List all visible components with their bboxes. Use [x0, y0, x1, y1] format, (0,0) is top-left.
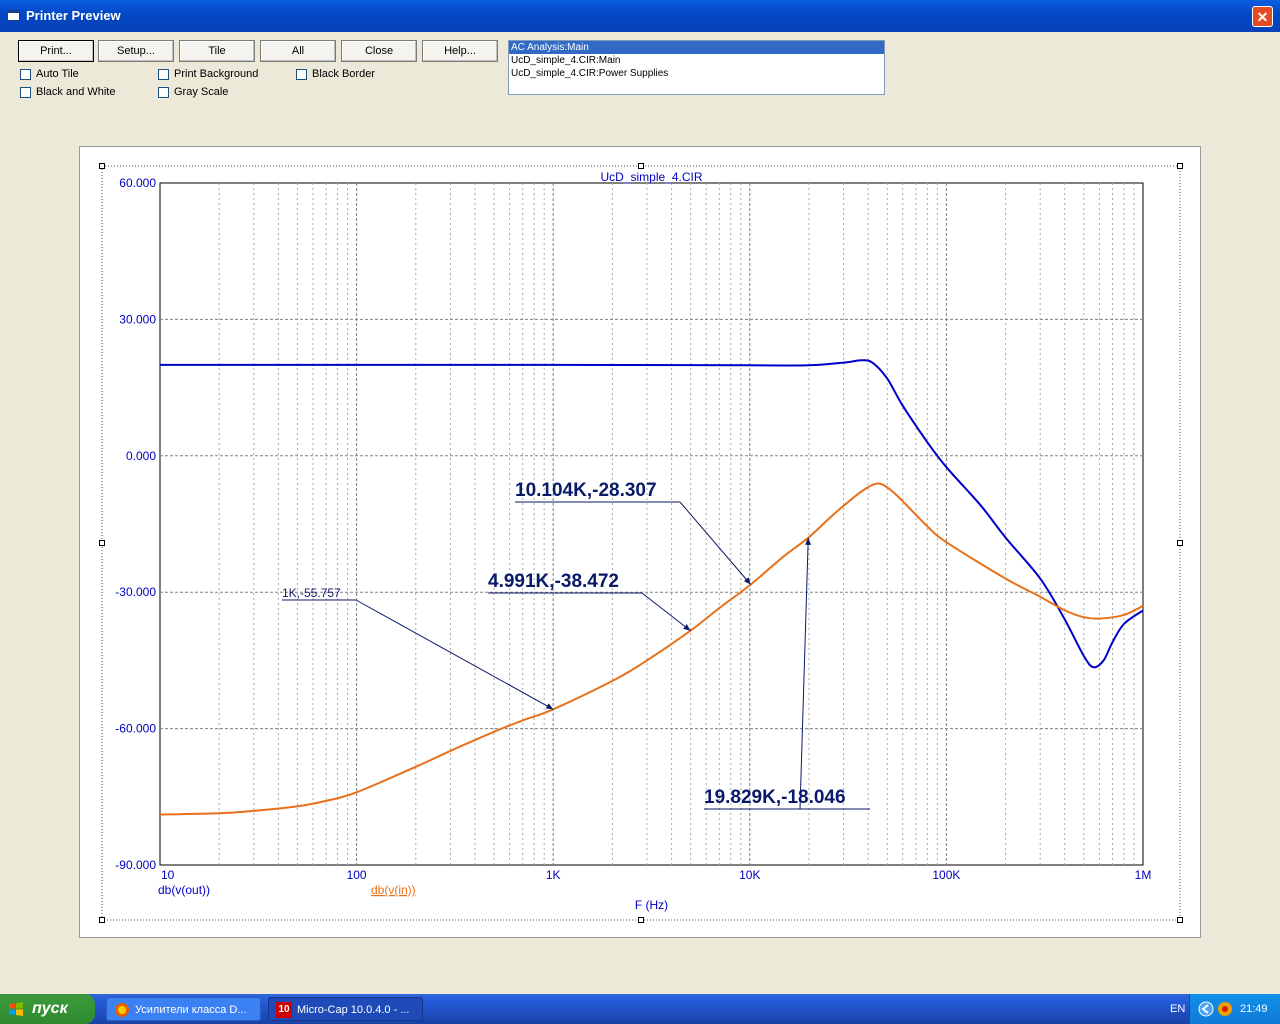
x-tick-label: 1K [546, 868, 561, 882]
taskbar: пуск Усилители класса D... 10 Micro-Cap … [0, 994, 1280, 1024]
micro-cap-icon: 10 [276, 1002, 292, 1018]
firefox-icon [115, 1003, 129, 1017]
y-tick-label: 0.000 [126, 449, 156, 463]
annotation-arrow [799, 537, 812, 810]
black-and-white-checkbox[interactable]: Black and White [20, 86, 115, 98]
annotation-label: 19.829K,-18.046 [704, 787, 846, 808]
black-border-checkbox[interactable]: Black Border [296, 68, 375, 80]
ac-analysis-plot: UcD_simple_4.CIR 60.000 30.000 0.000 -30.000… [99, 163, 1183, 923]
taskbar-item-micro-cap[interactable]: 10 Micro-Cap 10.0.4.0 - ... [268, 997, 423, 1021]
series-label-vout: db(v(out)) [158, 883, 210, 897]
close-window-button[interactable]: ✕ [1252, 6, 1273, 27]
window-title: Printer Preview [26, 8, 121, 23]
resize-handle [1177, 917, 1183, 923]
resize-handle [638, 163, 644, 169]
x-tick-label: 100K [932, 868, 960, 882]
annotation-label: 10.104K,-28.307 [515, 480, 657, 501]
pages-listbox[interactable]: AC Analysis:Main UcD_simple_4.CIR:Main U… [508, 40, 885, 95]
title-bar: Printer Preview ✕ [0, 0, 1280, 32]
language-indicator[interactable]: EN [1170, 1003, 1185, 1015]
auto-tile-checkbox[interactable]: Auto Tile [20, 68, 79, 80]
checkbox-box[interactable] [158, 68, 169, 80]
window-icon [7, 10, 20, 21]
black-border-label: Black Border [312, 68, 375, 80]
gray-scale-label: Gray Scale [174, 86, 229, 98]
clock: 21:49 [1240, 1003, 1268, 1015]
annotation-arrow [355, 599, 554, 710]
y-tick-label: -30.000 [115, 585, 156, 599]
x-tick-label: 100 [347, 868, 367, 882]
y-tick-label: -90.000 [115, 858, 156, 872]
start-label: пуск [32, 1000, 68, 1017]
setup-button[interactable]: Setup... [98, 40, 174, 62]
chart-title: UcD_simple_4.CIR [600, 170, 702, 184]
series-line-vout [160, 359, 1144, 669]
all-button[interactable]: All [260, 40, 336, 62]
tile-button[interactable]: Tile [179, 40, 255, 62]
series-line-vin [159, 482, 1144, 816]
print-background-label: Print Background [174, 68, 259, 80]
start-button[interactable]: пуск [0, 994, 95, 1024]
checkbox-box[interactable] [20, 68, 31, 80]
checkbox-box[interactable] [20, 86, 31, 98]
x-tick-label: 10 [161, 868, 175, 882]
print-background-checkbox[interactable]: Print Background [158, 68, 258, 80]
y-tick-label: 30.000 [119, 312, 156, 326]
resize-handle [1177, 163, 1183, 169]
print-preview-canvas: UcD_simple_4.CIR 60.000 30.000 0.000 -30.000… [79, 146, 1201, 938]
checkbox-box[interactable] [158, 86, 169, 98]
page-frame [101, 165, 1181, 921]
gray-scale-checkbox[interactable]: Gray Scale [158, 86, 228, 98]
checkbox-box[interactable] [296, 68, 307, 80]
page-list-item[interactable]: AC Analysis:Main [509, 41, 884, 54]
page-list-item[interactable]: UcD_simple_4.CIR:Power Supplies [509, 67, 884, 80]
system-tray: 21:49 [1189, 994, 1280, 1024]
x-tick-label: 1M [1135, 868, 1152, 882]
resize-handle [99, 540, 105, 546]
black-and-white-label: Black and White [36, 86, 116, 98]
annotation-label: 4.991K,-38.472 [488, 571, 619, 592]
y-tick-label: -60.000 [115, 722, 156, 736]
resize-handle [1177, 540, 1183, 546]
back-arrow-icon[interactable] [1198, 1001, 1214, 1017]
print-button[interactable]: Print... [18, 40, 94, 62]
annotation-arrow [641, 592, 691, 632]
resize-handle [99, 917, 105, 923]
page-list-item[interactable]: UcD_simple_4.CIR:Main [509, 54, 884, 67]
x-tick-label: 10K [739, 868, 760, 882]
annotation-label: 1K,-55.757 [282, 586, 341, 600]
resize-handle [99, 163, 105, 169]
taskbar-item-label: Усилители класса D... [135, 1004, 247, 1016]
help-button[interactable]: Help... [422, 40, 498, 62]
y-tick-label: 60.000 [119, 176, 156, 190]
resize-handle [638, 917, 644, 923]
close-button[interactable]: Close [341, 40, 417, 62]
security-shield-icon[interactable] [1217, 1001, 1233, 1017]
x-axis-label: F (Hz) [635, 898, 668, 912]
taskbar-item-browser[interactable]: Усилители класса D... [106, 997, 261, 1021]
auto-tile-label: Auto Tile [36, 68, 79, 80]
windows-flag-icon [9, 1002, 23, 1016]
taskbar-item-label: Micro-Cap 10.0.4.0 - ... [297, 1004, 410, 1016]
series-label-vin: db(v(in)) [371, 883, 416, 897]
